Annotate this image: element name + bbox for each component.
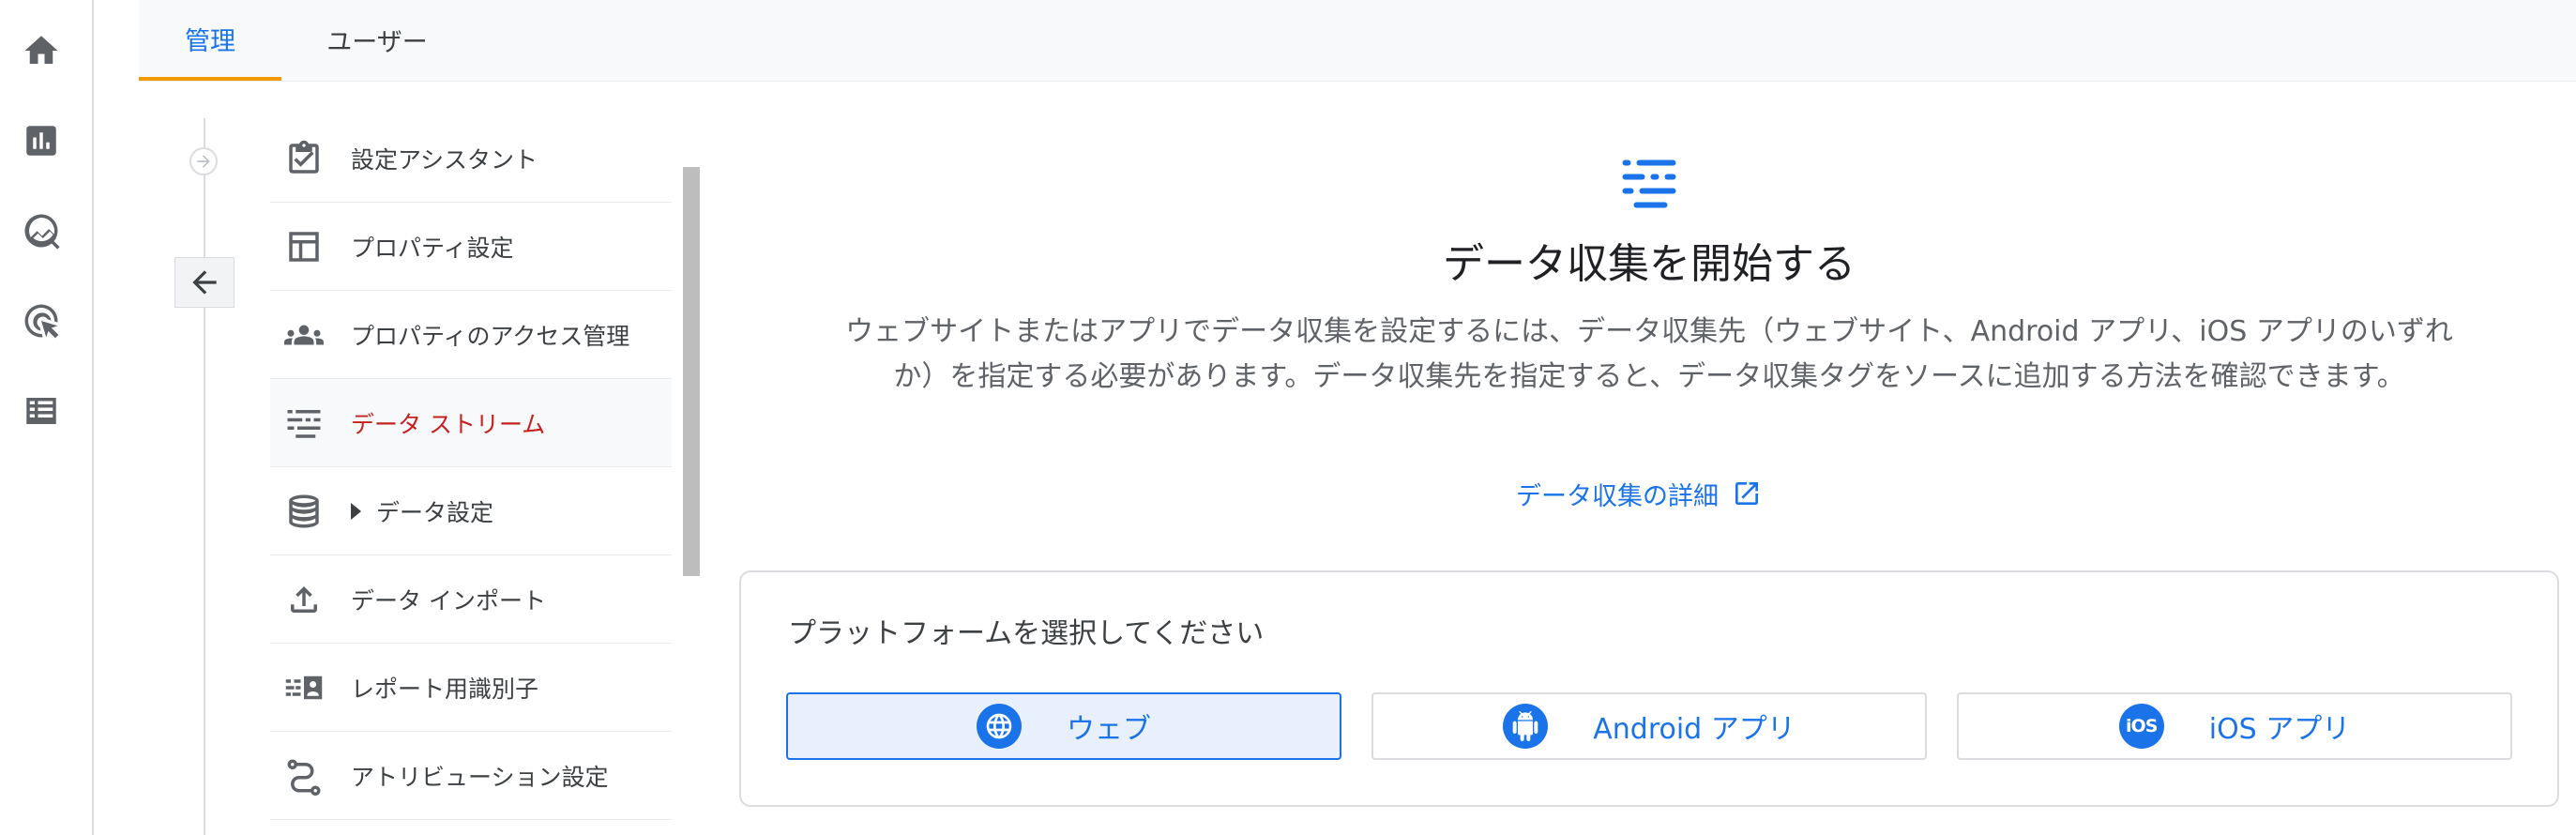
nav-label: レポート用識別子 xyxy=(351,675,539,703)
android-icon xyxy=(1503,704,1549,749)
nav-item-property-settings[interactable]: プロパティ設定 xyxy=(270,203,672,291)
learn-more-label: データ収集の詳細 xyxy=(1516,481,1719,511)
ios-icon: iOS xyxy=(2118,704,2164,749)
timeline-arrow-icon xyxy=(189,147,218,175)
nav-item-setup-assistant[interactable]: 設定アシスタント xyxy=(270,114,672,203)
page-description: ウェブサイトまたはアプリでデータ収集を設定するには、データ収集先（ウェブサイト、… xyxy=(845,315,2453,393)
nav-item-attribution-settings[interactable]: アトリビューション設定 xyxy=(270,732,672,820)
nav-label: アトリビューション設定 xyxy=(351,763,609,791)
advertising-icon[interactable] xyxy=(15,295,68,347)
nav-label: データ設定 xyxy=(376,498,494,526)
open-in-new-icon xyxy=(1735,482,1758,505)
nav-label: プロパティ設定 xyxy=(351,234,514,262)
timeline-line xyxy=(204,118,205,835)
platform-android-label: Android アプリ xyxy=(1593,713,1796,746)
nav-label: データ インポート xyxy=(351,586,546,615)
globe-icon xyxy=(977,704,1022,749)
setup-assistant-icon xyxy=(283,138,325,179)
explore-icon[interactable] xyxy=(15,205,68,257)
people-icon xyxy=(283,314,325,356)
platform-ios-label: iOS アプリ xyxy=(2208,713,2351,746)
attribution-icon xyxy=(283,755,325,797)
sidebar-scrollbar[interactable] xyxy=(683,167,700,576)
page-title: データ収集を開始する xyxy=(1443,240,1856,288)
nav-item-data-streams[interactable]: データ ストリーム xyxy=(270,379,672,467)
platform-card: プラットフォームを選択してください ウェブ Android アプリ iOS iO… xyxy=(739,570,2559,807)
home-icon[interactable] xyxy=(15,24,68,77)
database-icon xyxy=(283,491,325,532)
data-streams-hero-icon xyxy=(1622,159,1676,208)
admin-nav: 設定アシスタント プロパティ設定 プロパティのアクセス管理 データ ストリーム … xyxy=(270,114,672,820)
reports-icon[interactable] xyxy=(15,114,68,167)
ios-badge-text: iOS xyxy=(2126,716,2158,736)
nav-item-data-settings[interactable]: データ設定 xyxy=(270,467,672,555)
platform-ios-button[interactable]: iOS iOS アプリ xyxy=(1957,692,2512,760)
tab-bar: 管理 ユーザー xyxy=(139,0,2576,82)
data-streams-icon xyxy=(283,402,325,444)
tab-admin[interactable]: 管理 xyxy=(139,0,281,81)
tab-user[interactable]: ユーザー xyxy=(306,0,448,79)
nav-item-data-import[interactable]: データ インポート xyxy=(270,555,672,644)
nav-label: プロパティのアクセス管理 xyxy=(351,322,630,350)
identity-icon xyxy=(283,667,325,708)
platform-web-button[interactable]: ウェブ xyxy=(786,692,1341,760)
property-settings-icon xyxy=(283,226,325,267)
upload-icon xyxy=(283,579,325,620)
nav-label: 設定アシスタント xyxy=(351,145,538,174)
platform-heading: プラットフォームを選択してください xyxy=(788,617,1265,650)
expand-caret-icon[interactable] xyxy=(351,502,361,520)
nav-item-property-access[interactable]: プロパティのアクセス管理 xyxy=(270,291,672,379)
left-rail xyxy=(0,0,94,835)
learn-more-link[interactable]: データ収集の詳細 xyxy=(1516,475,1762,512)
arrow-back-icon xyxy=(192,270,217,295)
back-button[interactable] xyxy=(174,257,235,308)
nav-label: データ ストリーム xyxy=(351,410,546,438)
platform-web-label: ウェブ xyxy=(1067,713,1151,746)
nav-item-reporting-identity[interactable]: レポート用識別子 xyxy=(270,644,672,732)
platform-android-button[interactable]: Android アプリ xyxy=(1371,692,1927,760)
configure-icon[interactable] xyxy=(15,385,68,437)
